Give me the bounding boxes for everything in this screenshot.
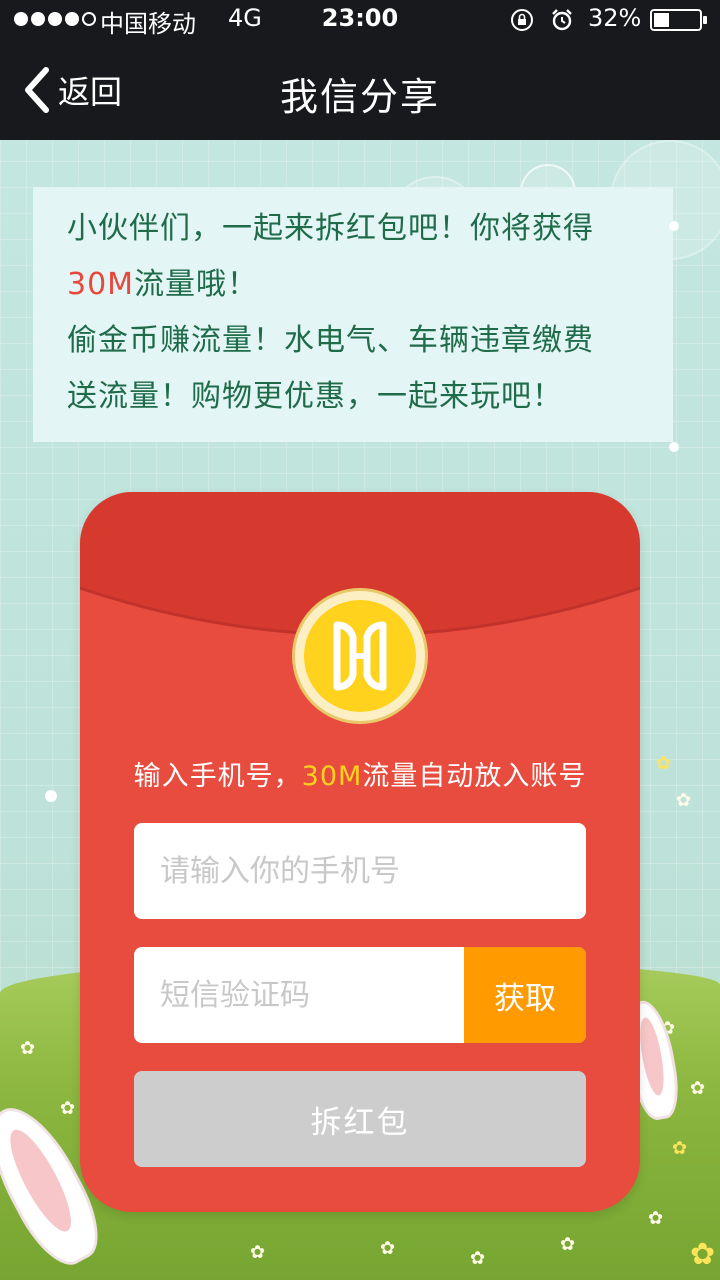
instruction-highlight: 30M: [301, 761, 363, 792]
instruction-text: 流量自动放入账号: [362, 761, 587, 792]
red-envelope-card: 输入手机号，30M流量自动放入账号 获取 拆红包: [80, 492, 640, 1212]
alarm-icon: [552, 9, 572, 31]
sms-code-field: 获取: [134, 947, 586, 1043]
open-envelope-button[interactable]: 拆红包: [134, 1071, 586, 1167]
flower-decoration: ✿: [672, 1138, 688, 1159]
flower-decoration: ✿: [380, 1238, 396, 1259]
flower-decoration: ✿: [648, 1208, 664, 1229]
flower-decoration: ✿: [60, 1098, 76, 1119]
phone-input[interactable]: [134, 823, 586, 919]
get-code-button[interactable]: 获取: [464, 947, 586, 1043]
flower-decoration: ✿: [560, 1234, 576, 1255]
promo-line-text: 流量哦！: [134, 267, 259, 302]
promo-line: 30M流量哦！: [67, 257, 639, 313]
promo-line: 小伙伴们，一起来拆红包吧！你将获得: [67, 211, 594, 246]
speech-dot: [669, 442, 679, 452]
bubble-decoration: [45, 790, 57, 802]
flower-decoration: ✿: [250, 1242, 266, 1263]
page-title: 我信分享: [279, 75, 440, 119]
battery-icon: [650, 9, 707, 31]
promo-message-card: 小伙伴们，一起来拆红包吧！你将获得 30M流量哦！ 偷金币赚流量！水电气、车辆违…: [33, 187, 679, 452]
speech-dot: [669, 221, 679, 231]
rotation-lock-icon: [511, 9, 533, 31]
flower-decoration: ✿: [690, 1237, 716, 1272]
flower-decoration: ✿: [676, 790, 692, 811]
status-bar: 中国移动 4G 23:00 32%: [0, 0, 720, 40]
envelope-instruction: 输入手机号，30M流量自动放入账号: [80, 754, 640, 793]
brand-logo-icon: [333, 621, 387, 691]
flower-decoration: ✿: [656, 753, 672, 774]
promo-line: 送流量！购物更优惠，一起来玩吧！: [67, 379, 563, 414]
promo-highlight: 30M: [67, 267, 135, 302]
battery-percent: 32%: [588, 4, 642, 32]
flower-decoration: ✿: [470, 1248, 486, 1269]
nav-bar: 返回 我信分享: [0, 40, 720, 140]
promo-line: 偷金币赚流量！水电气、车辆违章缴费: [67, 323, 594, 358]
phone-field: [134, 823, 586, 919]
flower-decoration: ✿: [20, 1038, 36, 1059]
sms-code-input[interactable]: [134, 947, 464, 1043]
instruction-text: 输入手机号，: [133, 761, 302, 792]
flower-decoration: ✿: [690, 1078, 706, 1099]
coin-logo: [292, 588, 428, 724]
top-bar: 中国移动 4G 23:00 32% 返回 我信分享: [0, 0, 720, 140]
